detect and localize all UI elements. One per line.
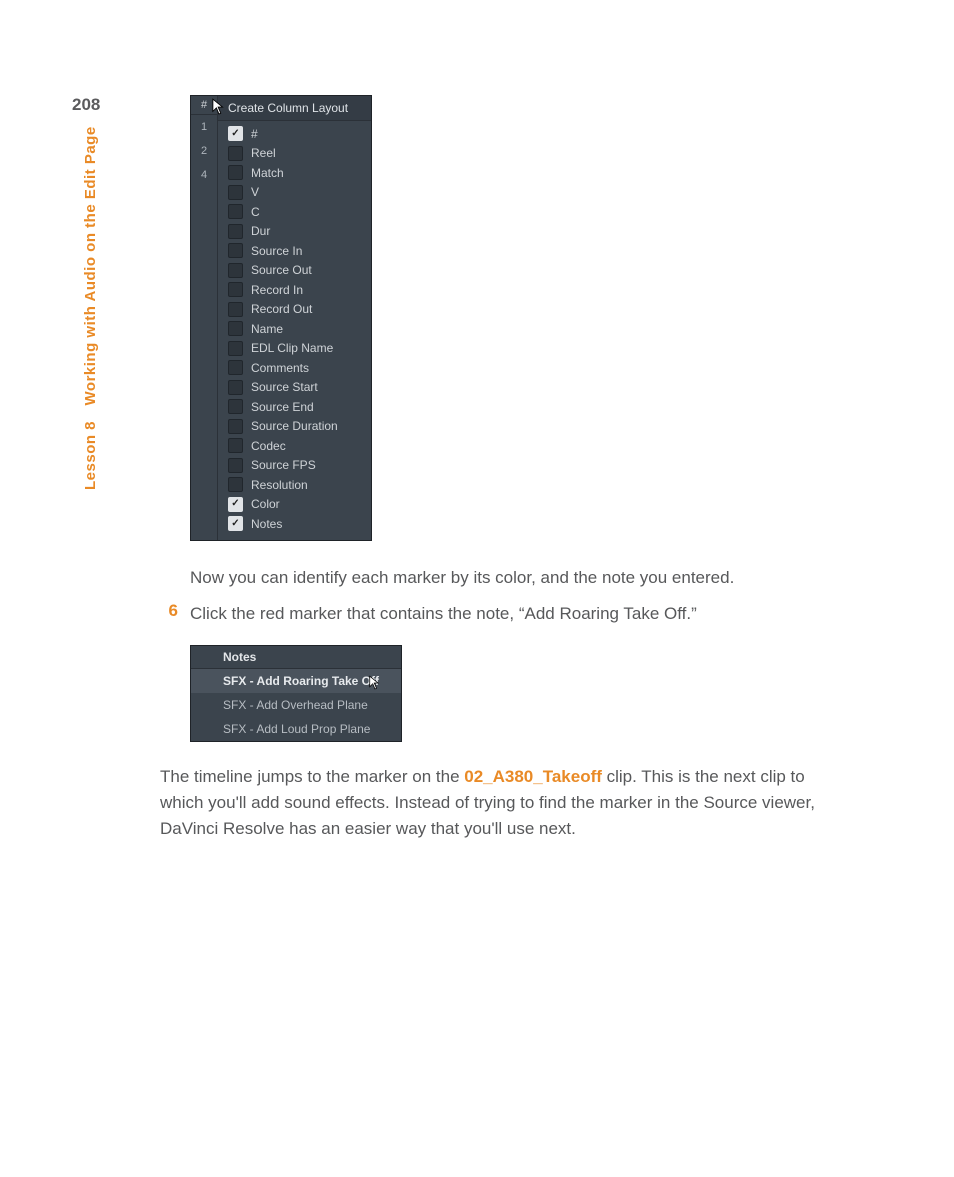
column-checkbox-item[interactable]: Source In [218,241,371,261]
checkbox[interactable] [228,360,243,375]
checkbox-label: Dur [251,224,270,238]
notes-row[interactable]: SFX - Add Loud Prop Plane [191,717,401,741]
column-checkbox-item[interactable]: Source Out [218,261,371,281]
checkbox[interactable] [228,438,243,453]
checkbox[interactable] [228,185,243,200]
step-number: 6 [160,601,190,627]
checkbox[interactable] [228,341,243,356]
checkbox-label: Source Duration [251,419,338,433]
checkbox[interactable] [228,321,243,336]
checkbox-label: Name [251,322,283,336]
notes-column-header: Notes [191,646,401,669]
column-checkbox-item[interactable]: Reel [218,144,371,164]
checkbox-label: Comments [251,361,309,375]
column-checkbox-item[interactable]: Notes [218,514,371,534]
column-checkbox-item[interactable]: EDL Clip Name [218,339,371,359]
column-checkbox-item[interactable]: Record Out [218,300,371,320]
checkbox-label: Source Out [251,263,312,277]
checkbox-label: Source End [251,400,314,414]
checkbox-label: V [251,185,259,199]
column-checkbox-item[interactable]: Resolution [218,475,371,495]
body-text: Now you can identify each marker by its … [190,565,854,591]
checkbox-label: Source In [251,244,302,258]
checkbox[interactable] [228,516,243,531]
context-menu-title-text: Create Column Layout [228,101,348,115]
column-checkbox-list: # Reel Match VC Dur Source In Source Out Record… [218,121,371,540]
column-checkbox-item[interactable]: C [218,202,371,222]
checkbox-label: EDL Clip Name [251,341,333,355]
cursor-icon [369,675,381,691]
page-number: 208 [72,95,100,115]
column-checkbox-item[interactable]: Record In [218,280,371,300]
checkbox[interactable] [228,399,243,414]
index-row: 4 [191,163,217,187]
column-checkbox-item[interactable]: Color [218,495,371,515]
column-checkbox-item[interactable]: # [218,124,371,144]
context-menu-title[interactable]: Create Column Layout [218,96,371,121]
checkbox-label: Color [251,497,280,511]
index-column: # 1 2 4 [191,96,218,540]
checkbox[interactable] [228,497,243,512]
checkbox[interactable] [228,126,243,141]
column-checkbox-item[interactable]: Source FPS [218,456,371,476]
checkbox[interactable] [228,477,243,492]
column-checkbox-item[interactable]: Codec [218,436,371,456]
checkbox-label: Codec [251,439,286,453]
column-checkbox-item[interactable]: Source End [218,397,371,417]
checkbox[interactable] [228,458,243,473]
column-checkbox-item[interactable]: Source Start [218,378,371,398]
checkbox[interactable] [228,380,243,395]
checkbox[interactable] [228,282,243,297]
checkbox-label: Reel [251,146,276,160]
checkbox-label: C [251,205,260,219]
checkbox[interactable] [228,419,243,434]
clip-name: 02_A380_Takeoff [464,767,602,786]
checkbox[interactable] [228,204,243,219]
checkbox[interactable] [228,165,243,180]
checkbox[interactable] [228,243,243,258]
notes-row[interactable]: SFX - Add Roaring Take Off [191,669,401,693]
column-layout-context-menu: # 1 2 4 Create Column Layout # Reel Match V… [190,95,372,541]
column-checkbox-item[interactable]: Match [218,163,371,183]
index-row: 2 [191,139,217,163]
column-checkbox-item[interactable]: Source Duration [218,417,371,437]
index-row: 1 [191,115,217,139]
column-checkbox-item[interactable]: Dur [218,222,371,242]
notes-panel: Notes SFX - Add Roaring Take OffSFX - Ad… [190,645,402,742]
section-label: Lesson 8 Working with Audio on the Edit … [82,126,99,490]
column-checkbox-item[interactable]: V [218,183,371,203]
cursor-icon [212,98,226,116]
checkbox[interactable] [228,146,243,161]
para-text: The timeline jumps to the marker on the [160,767,464,786]
step-text: Click the red marker that contains the n… [190,601,697,627]
checkbox-label: Notes [251,517,282,531]
checkbox[interactable] [228,224,243,239]
checkbox-label: Record Out [251,302,312,316]
column-checkbox-item[interactable]: Comments [218,358,371,378]
checkbox-label: Match [251,166,284,180]
checkbox-label: # [251,127,258,141]
notes-row[interactable]: SFX - Add Overhead Plane [191,693,401,717]
checkbox-label: Record In [251,283,303,297]
checkbox-label: Source FPS [251,458,316,472]
checkbox[interactable] [228,302,243,317]
checkbox-label: Source Start [251,380,318,394]
checkbox-label: Resolution [251,478,308,492]
column-checkbox-item[interactable]: Name [218,319,371,339]
body-paragraph: The timeline jumps to the marker on the … [160,764,820,842]
checkbox[interactable] [228,263,243,278]
